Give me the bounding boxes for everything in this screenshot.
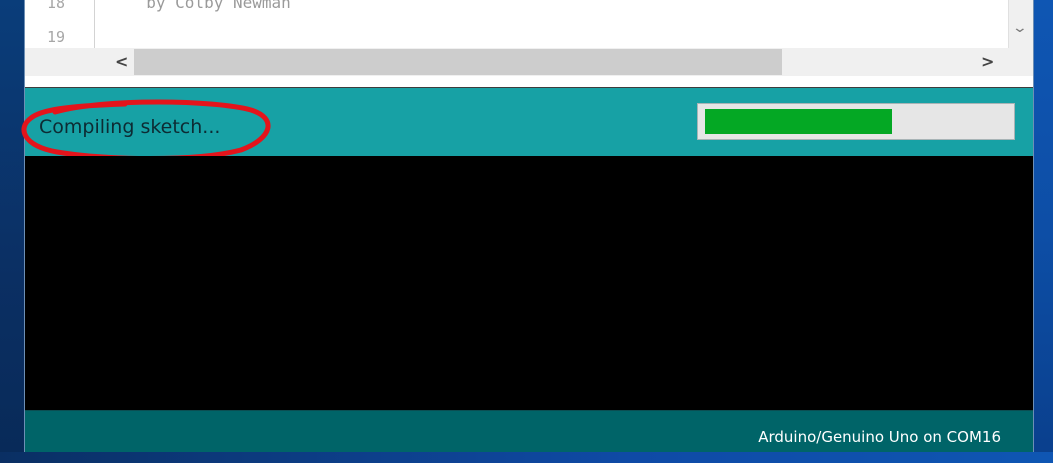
compile-progress-bar [697,103,1015,140]
scroll-left-arrow-icon[interactable]: < [115,52,128,71]
compile-progress-fill [705,109,892,134]
compile-status-message: Compiling sketch... [39,116,221,138]
desktop-background-left [0,0,24,463]
code-line[interactable]: by Colby Newman [127,0,291,12]
arduino-ide-window: 18 19 by Colby Newman ⌄ < > Compiling sk… [21,0,1034,452]
board-status-footer: Arduino/Genuino Uno on COM16 [25,410,1033,452]
line-number-gutter: 18 19 [25,0,95,48]
board-port-label: Arduino/Genuino Uno on COM16 [758,428,1001,446]
horizontal-scroll-thumb[interactable] [134,49,782,75]
line-number: 18 [47,0,66,12]
vertical-scrollbar[interactable]: ⌄ [1008,0,1033,48]
compile-status-bar: Compiling sketch... [21,88,1033,161]
scroll-down-arrow-icon[interactable]: ⌄ [1012,20,1028,36]
editor-console-splitter[interactable] [25,76,1033,88]
code-editor[interactable]: 18 19 by Colby Newman ⌄ [25,0,1033,48]
scroll-right-arrow-icon[interactable]: > [981,52,994,71]
desktop-background-bottom [0,452,1053,463]
horizontal-scrollbar[interactable]: < > [25,48,1033,76]
desktop-background-right [1034,0,1053,463]
console-output[interactable] [25,156,1033,410]
line-number: 19 [47,28,66,46]
